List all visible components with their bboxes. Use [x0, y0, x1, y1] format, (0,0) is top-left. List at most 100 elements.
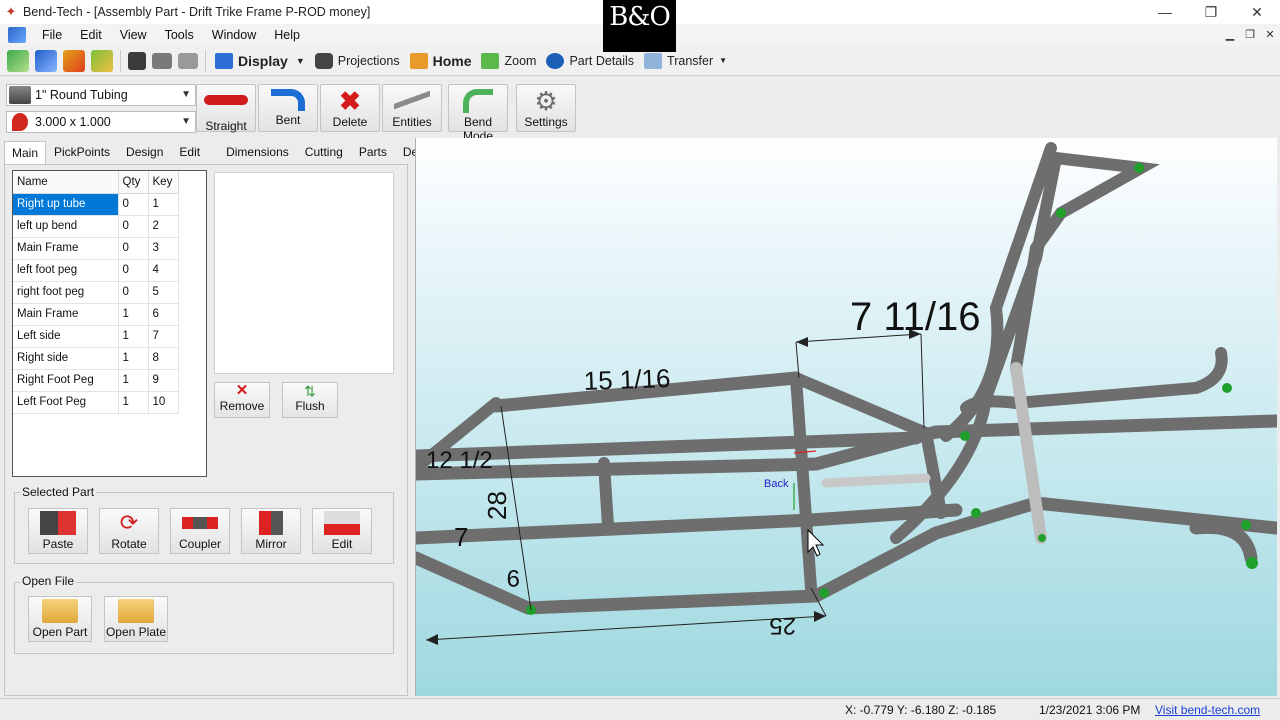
pick-point[interactable] [1038, 534, 1046, 542]
menu-window[interactable]: Window [204, 28, 266, 42]
coupler-button[interactable]: Coupler [170, 508, 230, 554]
part-qty-cell[interactable]: 1 [118, 303, 149, 326]
part-key-cell[interactable]: 7 [148, 325, 179, 348]
part-details-button[interactable]: Part Details [546, 52, 634, 69]
tab-cutting[interactable]: Cutting [297, 140, 351, 164]
table-row[interactable]: Main Frame 0 3 [13, 237, 179, 260]
frame-tube[interactable] [1189, 520, 1258, 565]
frame-drawing[interactable]: 7 11/16 15 1/16 12 1/2 28 7 9 25 Back [416, 138, 1277, 696]
tab-pickpoints[interactable]: PickPoints [46, 140, 118, 164]
table-row[interactable]: Right side 1 8 [13, 347, 179, 370]
menu-view[interactable]: View [112, 28, 157, 42]
pick-point[interactable] [1246, 557, 1258, 569]
part-name-cell[interactable]: left up bend [13, 215, 119, 238]
part-key-cell[interactable]: 5 [148, 281, 179, 304]
part-qty-cell[interactable]: 0 [118, 237, 149, 260]
3d-viewport[interactable]: 7 11/16 15 1/16 12 1/2 28 7 9 25 Back [415, 138, 1277, 696]
part-key-cell[interactable]: 9 [148, 369, 179, 392]
part-qty-cell[interactable]: 0 [118, 281, 149, 304]
part-qty-cell[interactable]: 1 [118, 347, 149, 370]
print-icon[interactable] [152, 52, 172, 69]
pick-point[interactable] [1241, 520, 1251, 530]
rotate-button[interactable]: ⟳ Rotate [99, 508, 159, 554]
paste-button[interactable]: Paste [28, 508, 88, 554]
flush-button[interactable]: ⇅ Flush [282, 382, 338, 418]
home-button[interactable]: Home [409, 52, 471, 69]
part-qty-cell[interactable]: 0 [118, 193, 149, 216]
part-name-cell[interactable]: Right up tube [13, 193, 119, 216]
open-plate-button[interactable]: Open Plate [104, 596, 168, 642]
pick-point[interactable] [819, 588, 829, 598]
pick-point[interactable] [971, 508, 981, 518]
part-key-cell[interactable]: 1 [148, 193, 179, 216]
parts-list[interactable]: Name Qty Key Right up tube 0 1 left up bend… [12, 170, 207, 477]
part-qty-cell[interactable]: 1 [118, 369, 149, 392]
column-header-qty[interactable]: Qty [118, 171, 149, 194]
part-name-cell[interactable]: Left side [13, 325, 119, 348]
table-row[interactable]: right foot peg 0 5 [13, 281, 179, 304]
straight-button[interactable]: Straight [196, 84, 256, 133]
part-key-cell[interactable]: 6 [148, 303, 179, 326]
column-header-name[interactable]: Name [13, 171, 119, 194]
tab-parts[interactable]: Parts [351, 140, 395, 164]
mirror-button[interactable]: Mirror [241, 508, 301, 554]
menu-tools[interactable]: Tools [157, 28, 204, 42]
part-qty-cell[interactable]: 0 [118, 215, 149, 238]
frame-tube[interactable] [940, 142, 1057, 442]
website-link[interactable]: Visit bend-tech.com [1155, 703, 1260, 717]
part-key-cell[interactable]: 2 [148, 215, 179, 238]
frame-tube[interactable] [790, 372, 817, 594]
mdi-restore-icon[interactable]: ❐ [1240, 24, 1260, 46]
part-name-cell[interactable]: Left Foot Peg [13, 391, 119, 414]
close-icon[interactable]: ✕ [1234, 0, 1280, 24]
projections-button[interactable]: Projections [314, 52, 400, 69]
table-row[interactable]: Main Frame 1 6 [13, 303, 179, 326]
open-part-button[interactable]: Open Part [28, 596, 92, 642]
frame-tube[interactable] [790, 372, 932, 439]
remove-button[interactable]: ✕ Remove [214, 382, 270, 418]
menu-file[interactable]: File [34, 28, 72, 42]
minimize-icon[interactable]: — [1142, 0, 1188, 24]
part-qty-cell[interactable]: 0 [118, 259, 149, 282]
part-qty-cell[interactable]: 1 [118, 391, 149, 414]
part-key-cell[interactable]: 4 [148, 259, 179, 282]
tube-type-select[interactable]: 1" Round Tubing ▼ [6, 84, 196, 106]
edit-part-button[interactable]: Edit [312, 508, 372, 554]
table-row[interactable]: Right up tube 0 1 [13, 193, 179, 216]
part-key-cell[interactable]: 8 [148, 347, 179, 370]
part-name-cell[interactable]: Main Frame [13, 303, 119, 326]
pick-point[interactable] [1222, 383, 1232, 393]
part-name-cell[interactable]: Right side [13, 347, 119, 370]
settings-button[interactable]: ⚙ Settings [516, 84, 576, 132]
tube-size-select[interactable]: 3.000 x 1.000 ▼ [6, 111, 196, 133]
part-qty-cell[interactable]: 1 [118, 325, 149, 348]
part-key-cell[interactable]: 10 [148, 391, 179, 414]
bend-mode-button[interactable]: Bend Mode [448, 84, 508, 143]
table-row[interactable]: left up bend 0 2 [13, 215, 179, 238]
new-assembly-icon[interactable] [35, 49, 57, 72]
column-header-key[interactable]: Key [148, 171, 179, 194]
part-name-cell[interactable]: Right Foot Peg [13, 369, 119, 392]
part-name-cell[interactable]: right foot peg [13, 281, 119, 304]
menu-edit[interactable]: Edit [72, 28, 112, 42]
frame-tube[interactable] [821, 473, 931, 488]
print-preview-icon[interactable] [178, 52, 198, 69]
new-part-icon[interactable] [7, 49, 29, 72]
mdi-close-icon[interactable]: ✕ [1260, 24, 1280, 46]
frame-tube[interactable] [598, 457, 614, 532]
table-row[interactable]: Left side 1 7 [13, 325, 179, 348]
display-button[interactable]: Display ▼ [215, 52, 305, 69]
new-project-icon[interactable] [91, 49, 113, 72]
save-icon[interactable] [128, 51, 146, 70]
tab-dimensions[interactable]: Dimensions [218, 140, 297, 164]
part-key-cell[interactable]: 3 [148, 237, 179, 260]
bent-button[interactable]: Bent [258, 84, 318, 132]
pick-point[interactable] [1056, 208, 1066, 218]
new-plate-icon[interactable] [63, 49, 85, 72]
tab-design[interactable]: Design [118, 140, 171, 164]
delete-button[interactable]: ✖ Delete [320, 84, 380, 132]
table-row[interactable]: left foot peg 0 4 [13, 259, 179, 282]
transfer-button[interactable]: Transfer ▼ [644, 52, 727, 69]
tab-edit[interactable]: Edit [171, 140, 208, 164]
part-name-cell[interactable]: Main Frame [13, 237, 119, 260]
